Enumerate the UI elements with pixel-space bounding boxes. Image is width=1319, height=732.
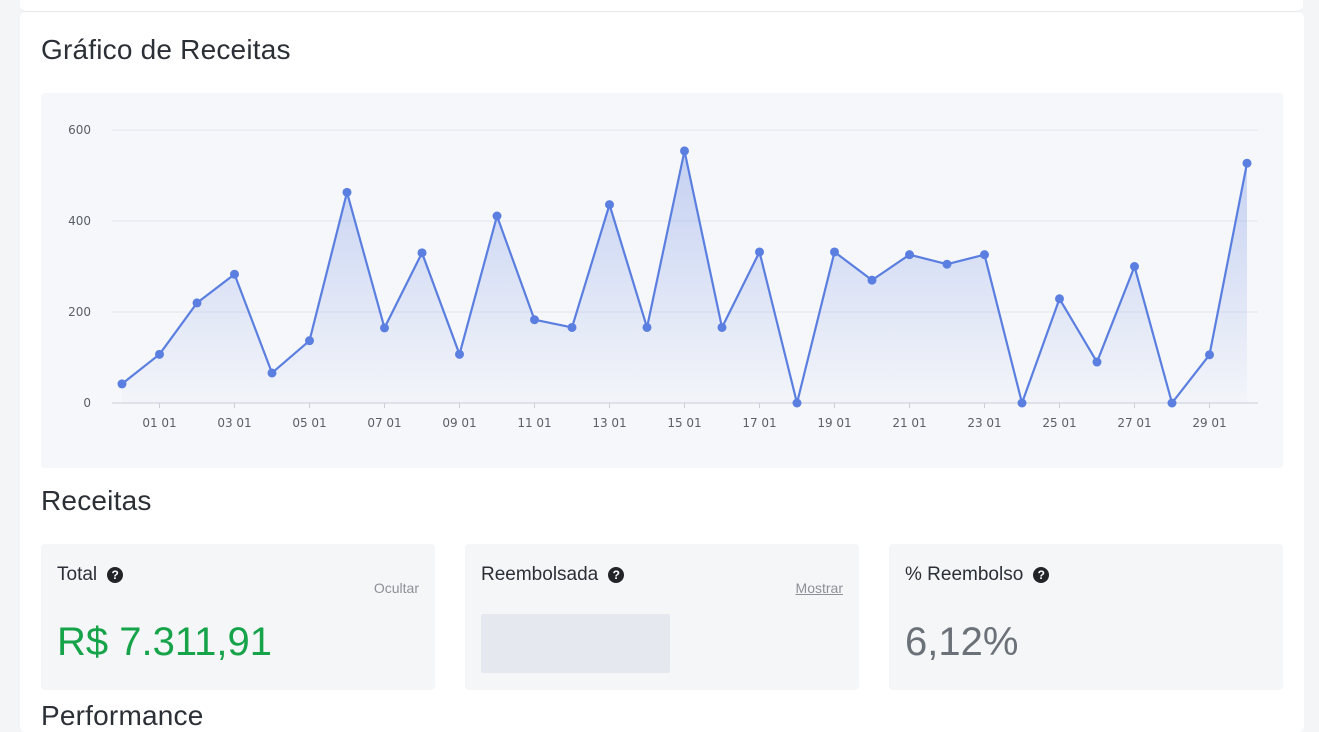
refund-percent-card: % Reembolso ? 6,12% <box>889 544 1283 690</box>
y-tick-label: 600 <box>68 123 91 137</box>
data-point <box>1205 350 1214 360</box>
data-point <box>942 259 952 269</box>
x-tick-label: 19 01 <box>817 416 851 430</box>
total-revenue-card: Total ? Ocultar R$ 7.311,91 <box>41 544 435 690</box>
x-tick-label: 09 01 <box>442 416 476 430</box>
x-tick-label: 15 01 <box>667 416 701 430</box>
data-point <box>267 368 277 378</box>
data-point <box>755 247 764 257</box>
data-point <box>230 269 239 279</box>
x-tick-label: 17 01 <box>742 416 776 430</box>
total-card-header: Total ? <box>57 564 124 586</box>
chart-section-title: Gráfico de Receitas <box>41 34 291 65</box>
series-area <box>122 150 1247 403</box>
data-point <box>192 298 202 308</box>
x-tick-label: 01 01 <box>142 416 176 430</box>
x-tick-label: 27 01 <box>1117 416 1151 430</box>
data-point <box>305 336 314 346</box>
x-tick-label: 05 01 <box>292 416 326 430</box>
data-point <box>642 322 652 332</box>
data-point <box>605 200 614 210</box>
data-point <box>492 211 502 221</box>
revenue-chart: 01 01 03 01 05 01 07 01 09 01 11 01 13 01 15 01… <box>41 93 1283 468</box>
data-point <box>455 349 464 359</box>
data-point <box>1055 294 1064 304</box>
y-tick-label: 400 <box>68 214 91 228</box>
x-tick-label: 13 01 <box>592 416 626 430</box>
data-point <box>830 247 839 257</box>
data-point <box>717 322 727 332</box>
revenue-section-title: Receitas <box>41 485 152 516</box>
top-card-edge <box>20 0 1303 12</box>
refund-percent-value: 6,12% <box>905 620 1019 664</box>
data-point <box>1167 398 1177 408</box>
data-point <box>380 323 389 333</box>
hide-total-link[interactable]: Ocultar <box>374 580 419 596</box>
x-tick-label: 11 01 <box>517 416 551 430</box>
data-point <box>1017 398 1027 408</box>
data-point <box>342 187 352 197</box>
refund-percent-header: % Reembolso ? <box>905 564 1050 586</box>
refunded-revenue-card: Reembolsada ? Mostrar <box>465 544 859 690</box>
data-point <box>680 146 689 156</box>
data-point <box>155 349 164 359</box>
x-tick-label: 21 01 <box>892 416 926 430</box>
data-point <box>1092 357 1102 367</box>
show-refunded-link[interactable]: Mostrar <box>796 580 843 596</box>
y-tick-label: 0 <box>83 396 91 410</box>
x-tick-label: 07 01 <box>367 416 401 430</box>
total-revenue-value: R$ 7.311,91 <box>57 620 272 664</box>
total-card-label: Total <box>57 564 98 585</box>
refund-percent-label: % Reembolso <box>905 564 1024 585</box>
data-point <box>117 379 127 389</box>
data-point <box>905 250 914 260</box>
x-tick-label: 23 01 <box>967 416 1001 430</box>
question-circle-icon[interactable]: ? <box>1033 567 1050 583</box>
data-point <box>567 322 577 332</box>
question-circle-icon[interactable]: ? <box>608 567 625 583</box>
data-point <box>867 275 877 285</box>
data-point <box>417 248 427 258</box>
refunded-card-label: Reembolsada <box>481 564 599 585</box>
x-tick-label: 29 01 <box>1192 416 1226 430</box>
revenue-chart-svg: 01 01 03 01 05 01 07 01 09 01 11 01 13 01 15 01… <box>68 123 1258 430</box>
x-tick-label: 03 01 <box>217 416 251 430</box>
data-point <box>1130 262 1139 271</box>
next-section-title: Performance <box>41 700 204 731</box>
hidden-value-placeholder <box>481 614 670 673</box>
y-tick-label: 200 <box>68 305 91 319</box>
data-point <box>792 398 802 408</box>
refunded-card-header: Reembolsada ? <box>481 564 625 586</box>
data-point <box>980 250 989 260</box>
question-circle-icon[interactable]: ? <box>107 567 124 583</box>
data-point <box>530 315 539 325</box>
x-tick-label: 25 01 <box>1042 416 1076 430</box>
data-point <box>1242 158 1252 168</box>
